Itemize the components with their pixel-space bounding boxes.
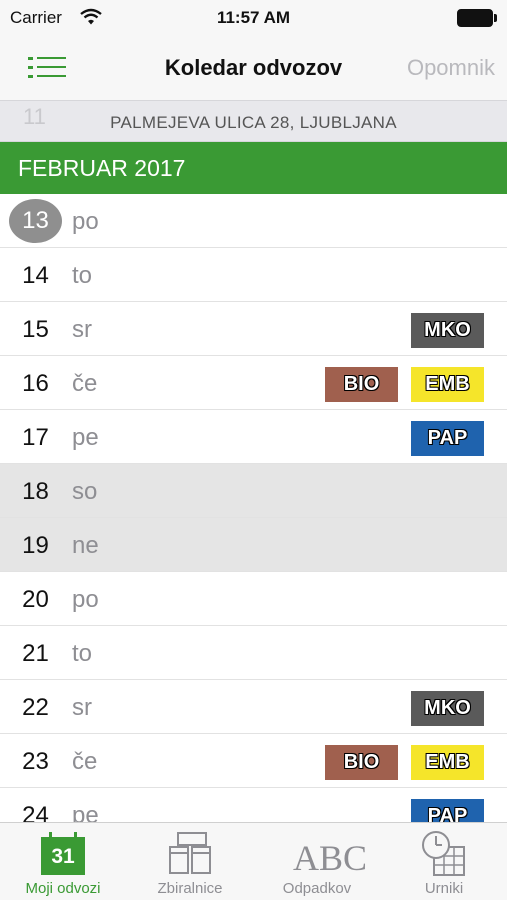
clock-schedule-icon: [420, 829, 468, 877]
clock: 11:57 AM: [216, 8, 291, 27]
tab-odpadkov[interactable]: ABC Odpadkov: [254, 823, 380, 900]
pickup-badge-bio[interactable]: BIO: [325, 745, 398, 780]
tab-zbiralnice[interactable]: Zbiralnice: [127, 823, 253, 900]
day-of-week: so: [72, 478, 98, 505]
pickup-badges: BIO EMB: [325, 745, 484, 780]
address-bar[interactable]: 11 PALMEJEVA ULICA 28, LJUBLJANA: [0, 100, 507, 142]
tab-label: Urniki: [424, 880, 464, 897]
tab-moji-odvozi[interactable]: 31 Moji odvozi: [0, 823, 126, 900]
day-of-week: sr: [72, 316, 92, 343]
pickup-badge-bio[interactable]: BIO: [325, 367, 398, 402]
containers-icon: [166, 829, 214, 877]
reminder-button[interactable]: Opomnik: [407, 55, 495, 81]
tab-urniki[interactable]: Urniki: [381, 823, 507, 900]
day-row[interactable]: 22 sr MKO: [0, 680, 507, 734]
calendar-icon: 31: [39, 829, 87, 877]
day-number: 23: [22, 748, 49, 775]
day-row[interactable]: 16 če BIO EMB: [0, 356, 507, 410]
tab-label: Moji odvozi: [25, 880, 101, 897]
tab-bar: 31 Moji odvozi Zbiralnice ABC Odpadkov Urniki: [0, 822, 507, 900]
battery-icon: [457, 9, 497, 27]
day-number: 16: [22, 370, 49, 397]
day-list[interactable]: 13 po 14 to 15 sr MKO 16 če BIO EMB 17 pe PAP 18 so 19 ne…: [0, 194, 507, 822]
tab-label: Odpadkov: [282, 880, 352, 897]
status-bar: Carrier 11:57 AM: [0, 0, 507, 36]
day-of-week: sr: [72, 694, 92, 721]
day-number: 24: [22, 802, 49, 822]
pickup-badges: MKO: [411, 691, 484, 726]
abc-icon: ABC: [293, 838, 368, 878]
day-row[interactable]: 23 če BIO EMB: [0, 734, 507, 788]
pickup-badge-pap[interactable]: PAP: [411, 799, 484, 822]
day-row[interactable]: 20 po: [0, 572, 507, 626]
day-of-week: to: [72, 640, 93, 667]
pickup-badge-mko[interactable]: MKO: [411, 313, 484, 348]
day-row[interactable]: 15 sr MKO: [0, 302, 507, 356]
navigation-bar: Koledar odvozov Opomnik: [0, 36, 507, 100]
day-of-week: pe: [72, 802, 99, 822]
month-label: FEBRUAR 2017: [18, 155, 186, 181]
day-number: 18: [22, 478, 49, 505]
address-label: PALMEJEVA ULICA 28, LJUBLJANA: [110, 113, 397, 132]
pickup-badge-pap[interactable]: PAP: [411, 421, 484, 456]
pickup-badge-emb[interactable]: EMB: [411, 367, 484, 402]
day-number: 20: [22, 586, 49, 613]
day-of-week: pe: [72, 424, 99, 451]
day-number: 21: [22, 640, 49, 667]
day-of-week: po: [72, 208, 99, 235]
month-header: FEBRUAR 2017: [0, 142, 507, 194]
pickup-badges: BIO EMB: [325, 367, 484, 402]
day-of-week: to: [72, 262, 93, 289]
pickup-badges: PAP: [411, 799, 484, 822]
tab-label: Zbiralnice: [157, 880, 223, 897]
day-row[interactable]: 24 pe PAP: [0, 788, 507, 822]
day-number: 19: [22, 532, 49, 559]
day-of-week: po: [72, 586, 99, 613]
pickup-badge-mko[interactable]: MKO: [411, 691, 484, 726]
pickup-badges: MKO: [411, 313, 484, 348]
day-row[interactable]: 14 to: [0, 248, 507, 302]
day-row[interactable]: 13 po: [0, 194, 507, 248]
day-row[interactable]: 19 ne: [0, 518, 507, 572]
day-row[interactable]: 18 so: [0, 464, 507, 518]
today-day-number: 13: [9, 199, 62, 243]
day-of-week: ne: [72, 532, 99, 559]
day-of-week: če: [72, 748, 98, 775]
day-of-week: če: [72, 370, 98, 397]
day-row[interactable]: 21 to: [0, 626, 507, 680]
pickup-badge-emb[interactable]: EMB: [411, 745, 484, 780]
day-number: 14: [22, 262, 49, 289]
day-number: 15: [22, 316, 49, 343]
day-row[interactable]: 17 pe PAP: [0, 410, 507, 464]
pickup-badges: PAP: [411, 421, 484, 456]
day-number: 22: [22, 694, 49, 721]
day-number: 17: [22, 424, 49, 451]
